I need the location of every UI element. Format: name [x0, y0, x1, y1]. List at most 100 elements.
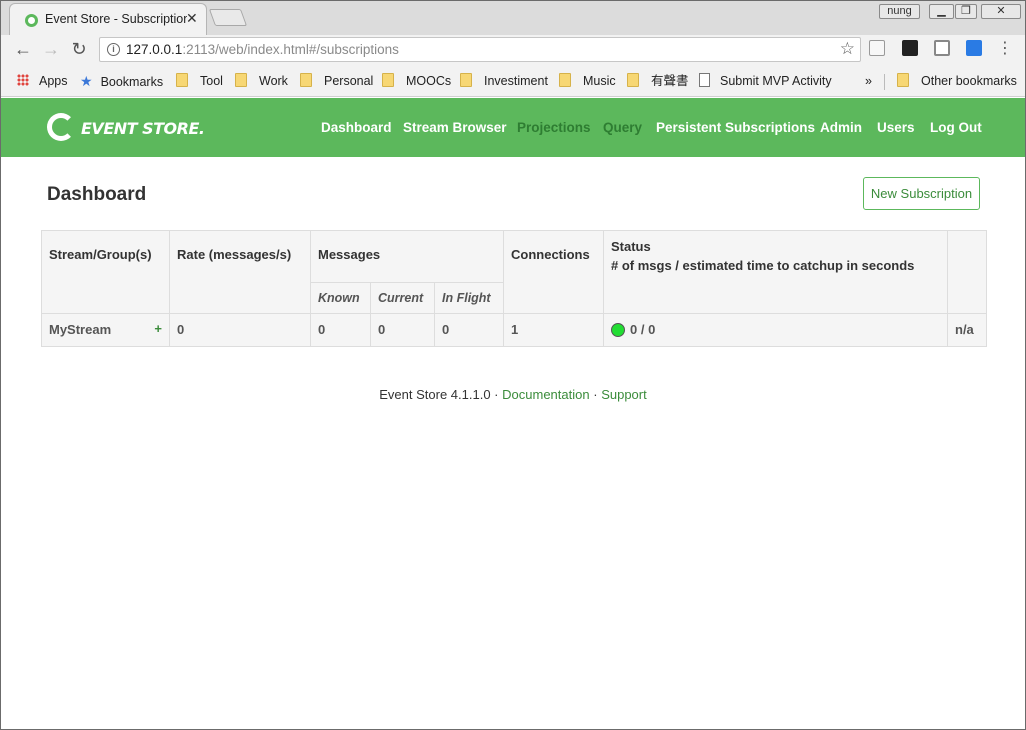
subscriptions-table: Stream/Group(s) Rate (messages/s) Messag… — [41, 230, 987, 347]
nav-persistent-subscriptions[interactable]: Persistent Subscriptions — [656, 120, 815, 135]
url-text[interactable]: 127.0.0.1:2113/web/index.html#/subscript… — [126, 42, 399, 57]
forward-arrow-icon[interactable]: → — [40, 38, 62, 60]
folder-icon — [559, 73, 571, 87]
folder-icon — [382, 73, 394, 87]
bookmark-label: Music — [583, 74, 616, 88]
row-stream-name[interactable]: MyStream — [49, 322, 111, 337]
bookmark-investiment[interactable]: Investiment — [460, 73, 548, 89]
row-connections: 1 — [504, 314, 604, 346]
bookmark-submit-mvp[interactable]: Submit MVP Activity — [699, 73, 832, 89]
address-bar[interactable]: i 127.0.0.1:2113/web/index.html#/subscri… — [99, 37, 861, 62]
tab-strip: Event Store - Subscriptions ✕ nung ▁ ❐ ✕ — [1, 1, 1025, 35]
folder-icon — [300, 73, 312, 87]
header-known: Known — [311, 282, 371, 314]
extension-trello-icon[interactable] — [934, 40, 950, 56]
bookmark-star-icon[interactable]: ☆ — [840, 39, 855, 59]
new-tab-button[interactable] — [208, 9, 248, 26]
row-known: 0 — [311, 314, 371, 346]
status-indicator-icon — [611, 323, 625, 337]
browser-tab[interactable]: Event Store - Subscriptions ✕ — [9, 3, 207, 35]
bookmark-label: Submit MVP Activity — [720, 74, 832, 88]
star-icon: ★ — [80, 73, 93, 89]
nav-stream-browser[interactable]: Stream Browser — [403, 120, 507, 135]
profile-button[interactable]: nung — [879, 4, 920, 19]
footer: Event Store 4.1.1.0 · Documentation · Su… — [1, 387, 1025, 402]
event-store-favicon-icon — [25, 14, 38, 27]
browser-toolbar: ← → ↻ i 127.0.0.1:2113/web/index.html#/s… — [1, 35, 1025, 65]
folder-icon — [460, 73, 472, 87]
bookmark-personal[interactable]: Personal — [300, 73, 373, 89]
expand-plus-icon[interactable]: + — [154, 321, 162, 336]
tab-close-icon[interactable]: ✕ — [186, 10, 198, 27]
table-header: Stream/Group(s) Rate (messages/s) Messag… — [42, 231, 986, 314]
nav-dashboard[interactable]: Dashboard — [321, 120, 392, 135]
reload-icon[interactable]: ↻ — [68, 38, 90, 60]
bookmark-tool[interactable]: Tool — [176, 73, 223, 89]
bookmark-apps[interactable]: Apps — [17, 73, 68, 89]
page-viewport: EVENT STORE. Dashboard Stream Browser Pr… — [1, 98, 1025, 729]
header-status-label: Status — [611, 239, 651, 254]
footer-version: Event Store 4.1.1.0 — [379, 387, 491, 402]
minimize-button[interactable]: ▁ — [929, 4, 954, 19]
logo-text: EVENT STORE. — [81, 119, 205, 138]
info-icon[interactable]: i — [107, 43, 120, 56]
folder-icon — [235, 73, 247, 87]
new-subscription-button[interactable]: New Subscription — [863, 177, 980, 210]
close-window-button[interactable]: ✕ — [981, 4, 1021, 19]
support-link[interactable]: Support — [601, 387, 647, 402]
logo-ring-icon — [47, 113, 75, 141]
footer-separator: · — [593, 387, 598, 402]
bookmark-music[interactable]: Music — [559, 73, 616, 89]
app-navbar: EVENT STORE. Dashboard Stream Browser Pr… — [1, 98, 1025, 157]
bookmark-work[interactable]: Work — [235, 73, 288, 89]
bookmark-label: Investiment — [484, 74, 548, 88]
documentation-link[interactable]: Documentation — [502, 387, 589, 402]
bookmarks-bar: Apps ★ Bookmarks Tool Work Personal MOOCs… — [1, 65, 1025, 97]
bookmark-other[interactable]: Other bookmarks — [897, 73, 1017, 89]
bookmarks-separator — [884, 74, 885, 90]
tab-title: Event Store - Subscriptions — [45, 12, 187, 26]
header-status: Status # of msgs / estimated time to cat… — [604, 231, 948, 314]
header-current: Current — [371, 282, 435, 314]
extension-play-icon[interactable] — [902, 40, 918, 56]
bookmark-audiobooks[interactable]: 有聲書 — [627, 73, 689, 89]
row-in-flight: 0 — [435, 314, 504, 346]
bookmark-label: Bookmarks — [100, 75, 164, 89]
page-icon — [699, 73, 710, 87]
table-row[interactable]: MyStream + 0 0 0 0 1 0 / 0 n/a — [42, 314, 986, 346]
browser-window: Event Store - Subscriptions ✕ nung ▁ ❐ ✕… — [0, 0, 1026, 730]
bookmark-moocs[interactable]: MOOCs — [382, 73, 451, 89]
row-status: 0 / 0 — [604, 314, 948, 346]
row-status-text: 0 / 0 — [630, 322, 656, 337]
row-stream[interactable]: MyStream + — [42, 314, 170, 346]
nav-query[interactable]: Query — [603, 120, 642, 135]
row-current: 0 — [371, 314, 435, 346]
header-rate: Rate (messages/s) — [170, 231, 311, 314]
nav-admin[interactable]: Admin — [820, 120, 862, 135]
apps-icon — [17, 74, 29, 86]
header-stream: Stream/Group(s) — [42, 231, 170, 314]
bookmark-label: MOOCs — [406, 74, 452, 88]
extension-pocket-icon[interactable] — [966, 40, 982, 56]
nav-log-out[interactable]: Log Out — [930, 120, 982, 135]
bookmark-label: Work — [259, 74, 288, 88]
menu-dots-icon[interactable]: ⋮ — [994, 38, 1016, 60]
bookmark-label: Apps — [39, 74, 68, 88]
url-path: :2113/web/index.html#/subscriptions — [182, 42, 399, 57]
restore-button[interactable]: ❐ — [955, 4, 977, 19]
bookmark-label: Tool — [200, 74, 223, 88]
nav-users[interactable]: Users — [877, 120, 915, 135]
header-messages: Messages — [311, 231, 504, 282]
row-last: n/a — [955, 322, 974, 337]
back-arrow-icon[interactable]: ← — [12, 38, 34, 60]
folder-icon — [897, 73, 909, 87]
header-empty — [948, 231, 986, 314]
extension-copy-icon[interactable] — [869, 40, 885, 56]
nav-projections[interactable]: Projections — [517, 120, 591, 135]
footer-separator: · — [494, 387, 499, 402]
header-connections: Connections — [504, 231, 604, 314]
bookmark-label: 有聲書 — [651, 74, 689, 88]
page-title: Dashboard — [47, 184, 147, 205]
bookmark-bookmarks[interactable]: ★ Bookmarks — [80, 73, 163, 89]
bookmarks-overflow-button[interactable]: » — [865, 73, 872, 89]
